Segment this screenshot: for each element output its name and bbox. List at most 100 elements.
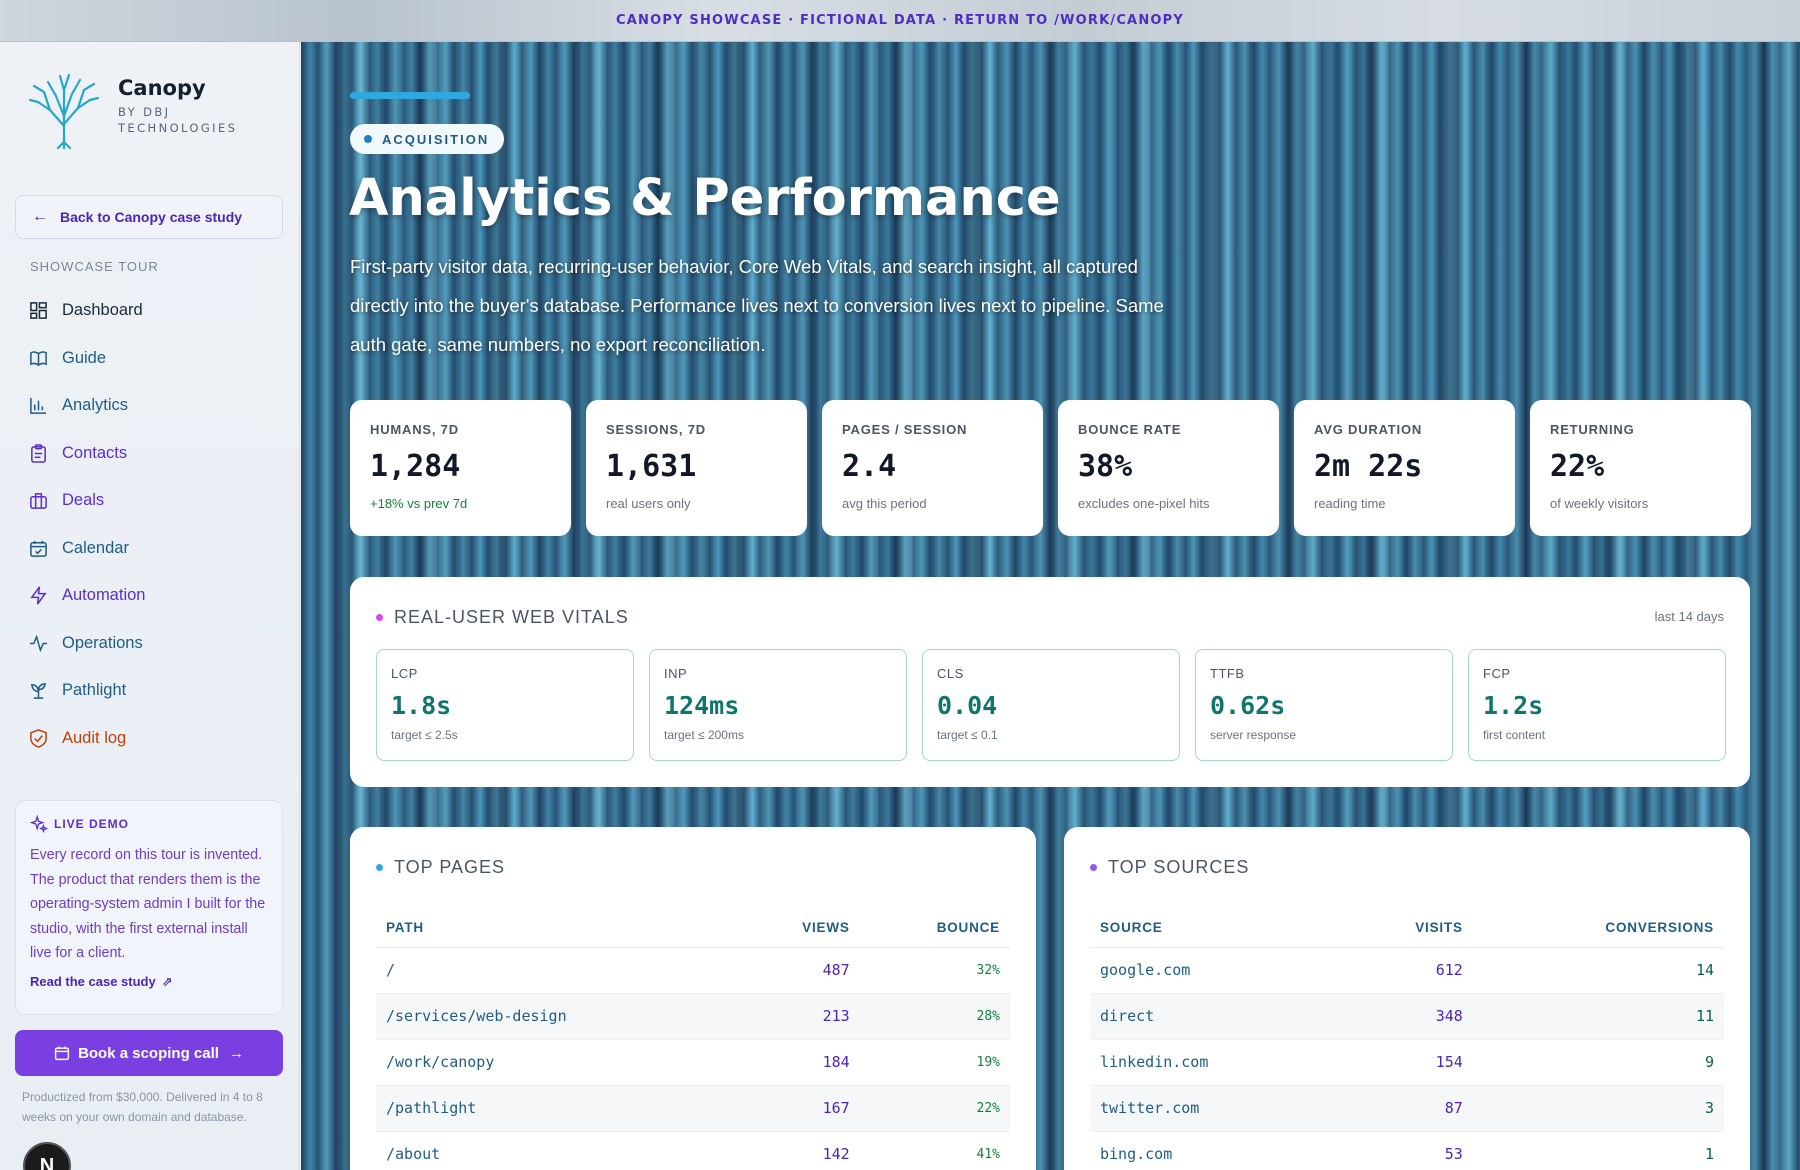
source-name: direct xyxy=(1090,993,1341,1040)
sidebar-item-label: Audit log xyxy=(62,728,127,747)
book-scoping-call-button[interactable]: Book a scoping call → xyxy=(15,1030,283,1076)
vital-note: server response xyxy=(1210,728,1297,742)
column-header-path[interactable]: PATH xyxy=(376,909,738,948)
kpi-value: 38% xyxy=(1078,449,1133,484)
n-badge-button[interactable]: N xyxy=(23,1142,71,1170)
shield-icon xyxy=(28,728,48,748)
sidebar-item-audit-log[interactable]: Audit log xyxy=(28,715,278,763)
calendar-icon xyxy=(28,538,48,558)
kpi-label: AVG DURATION xyxy=(1314,422,1423,437)
column-header-source[interactable]: SOURCE xyxy=(1090,909,1341,948)
sidebar-item-pathlight[interactable]: Pathlight xyxy=(28,667,278,715)
bar-chart-icon xyxy=(28,396,48,416)
table-row[interactable]: /work/canopy 184 19% xyxy=(376,1039,1010,1086)
sidebar-item-guide[interactable]: Guide xyxy=(28,335,278,383)
column-header-bounce[interactable]: BOUNCE xyxy=(859,909,1010,948)
showcase-tour-label: SHOWCASE TOUR xyxy=(30,259,159,274)
column-header-conversions[interactable]: CONVERSIONS xyxy=(1472,909,1724,948)
kpi-card-humans: HUMANS, 7D 1,284 +18% vs prev 7d xyxy=(350,400,571,536)
vital-note: first content xyxy=(1483,728,1546,742)
page-bounce: 28% xyxy=(859,993,1010,1040)
page-path: /pathlight xyxy=(376,1085,738,1132)
kpi-value: 22% xyxy=(1550,449,1605,484)
vital-label: LCP xyxy=(391,666,418,681)
vital-value: 0.04 xyxy=(937,691,998,720)
top-sources-title: TOP SOURCES xyxy=(1090,857,1249,878)
source-conversions: 1 xyxy=(1472,1131,1724,1170)
table-row[interactable]: /pathlight 167 22% xyxy=(376,1085,1010,1132)
vital-note: target ≤ 2.5s xyxy=(391,728,458,742)
title-dot xyxy=(1090,864,1097,871)
source-visits: 154 xyxy=(1340,1039,1473,1086)
arrow-left-icon: ← xyxy=(32,208,48,225)
kpi-note: excludes one-pixel hits xyxy=(1078,496,1210,511)
source-visits: 87 xyxy=(1340,1085,1473,1132)
sidebar-item-deals[interactable]: Deals xyxy=(28,477,278,525)
kpi-label: BOUNCE RATE xyxy=(1078,422,1182,437)
column-header-views[interactable]: VIEWS xyxy=(737,909,860,948)
sidebar-item-contacts[interactable]: Contacts xyxy=(28,430,278,478)
table-row[interactable]: linkedin.com 154 9 xyxy=(1090,1039,1724,1086)
top-pages-panel: TOP PAGES PATH VIEWS BOUNCE / 487 32% /s… xyxy=(350,827,1036,1170)
source-name: linkedin.com xyxy=(1090,1039,1341,1086)
page-bounce: 19% xyxy=(859,1039,1010,1086)
table-row[interactable]: direct 348 11 xyxy=(1090,993,1724,1040)
kpi-card-pages-per-session: PAGES / SESSION 2.4 avg this period xyxy=(822,400,1043,536)
brand-name: Canopy xyxy=(118,76,206,100)
kpi-label: HUMANS, 7D xyxy=(370,422,459,437)
kpi-card-avg-duration: AVG DURATION 2m 22s reading time xyxy=(1294,400,1515,536)
column-header-visits[interactable]: VISITS xyxy=(1340,909,1473,948)
source-conversions: 11 xyxy=(1472,993,1724,1040)
sidebar-nav: Dashboard Guide Analytics Contacts Deals… xyxy=(28,287,278,762)
page-views: 167 xyxy=(737,1085,860,1132)
kpi-value: 1,284 xyxy=(370,449,461,484)
title-dot xyxy=(376,614,383,621)
banner-text[interactable]: CANOPY SHOWCASE · FICTIONAL DATA · RETUR… xyxy=(616,13,1184,28)
table-row[interactable]: / 487 32% xyxy=(376,947,1010,994)
source-visits: 612 xyxy=(1340,947,1473,994)
kpi-note: reading time xyxy=(1314,496,1386,511)
sidebar-item-label: Deals xyxy=(62,491,105,510)
vital-label: FCP xyxy=(1483,666,1511,681)
kpi-note: of weekly visitors xyxy=(1550,496,1649,511)
table-row[interactable]: twitter.com 87 3 xyxy=(1090,1085,1724,1132)
vital-card-lcp: LCP 1.8s target ≤ 2.5s xyxy=(376,649,634,761)
sidebar-item-label: Dashboard xyxy=(62,301,143,320)
page-path: /work/canopy xyxy=(376,1039,738,1086)
vital-value: 0.62s xyxy=(1210,691,1286,720)
kpi-value: 2.4 xyxy=(842,449,897,484)
table-row[interactable]: bing.com 53 1 xyxy=(1090,1131,1724,1170)
table-row[interactable]: /about 142 41% xyxy=(376,1131,1010,1170)
table-row[interactable]: google.com 612 14 xyxy=(1090,947,1724,994)
live-demo-title: LIVE DEMO xyxy=(54,817,130,831)
sidebar-item-label: Guide xyxy=(62,348,107,367)
vital-value: 1.2s xyxy=(1483,691,1544,720)
source-visits: 53 xyxy=(1340,1131,1473,1170)
brand[interactable]: Canopy BY DBJ TECHNOLOGIES xyxy=(22,66,248,150)
vital-card-inp: INP 124ms target ≤ 200ms xyxy=(649,649,907,761)
sidebar-item-label: Analytics xyxy=(62,396,129,415)
sidebar-item-analytics[interactable]: Analytics xyxy=(28,382,278,430)
read-case-study-label: Read the case study xyxy=(30,974,156,989)
tree-logo-icon xyxy=(28,73,100,150)
section-pill: ACQUISITION xyxy=(350,124,505,154)
back-to-case-study-button[interactable]: ← Back to Canopy case study xyxy=(15,195,283,239)
page-views: 142 xyxy=(737,1131,860,1170)
kpi-label: SESSIONS, 7D xyxy=(606,422,706,437)
source-conversions: 3 xyxy=(1472,1085,1724,1132)
sidebar-item-label: Operations xyxy=(62,633,143,652)
sidebar-item-calendar[interactable]: Calendar xyxy=(28,525,278,573)
table-row[interactable]: /services/web-design 213 28% xyxy=(376,993,1010,1040)
kpi-note: avg this period xyxy=(842,496,927,511)
sidebar-item-operations[interactable]: Operations xyxy=(28,620,278,668)
sidebar-item-dashboard[interactable]: Dashboard xyxy=(28,287,278,335)
book-label: Book a scoping call xyxy=(78,1044,219,1062)
top-banner[interactable]: CANOPY SHOWCASE · FICTIONAL DATA · RETUR… xyxy=(0,0,1800,42)
main-content: ACQUISITION Analytics & Performance Firs… xyxy=(301,42,1800,1170)
vital-card-fcp: FCP 1.2s first content xyxy=(1468,649,1726,761)
read-case-study-link[interactable]: Read the case study ⇗ xyxy=(30,974,268,990)
sparkle-icon xyxy=(30,815,48,833)
live-demo-card: LIVE DEMO Every record on this tour is i… xyxy=(15,800,283,1015)
sidebar-item-automation[interactable]: Automation xyxy=(28,572,278,620)
sprout-icon xyxy=(28,681,48,701)
